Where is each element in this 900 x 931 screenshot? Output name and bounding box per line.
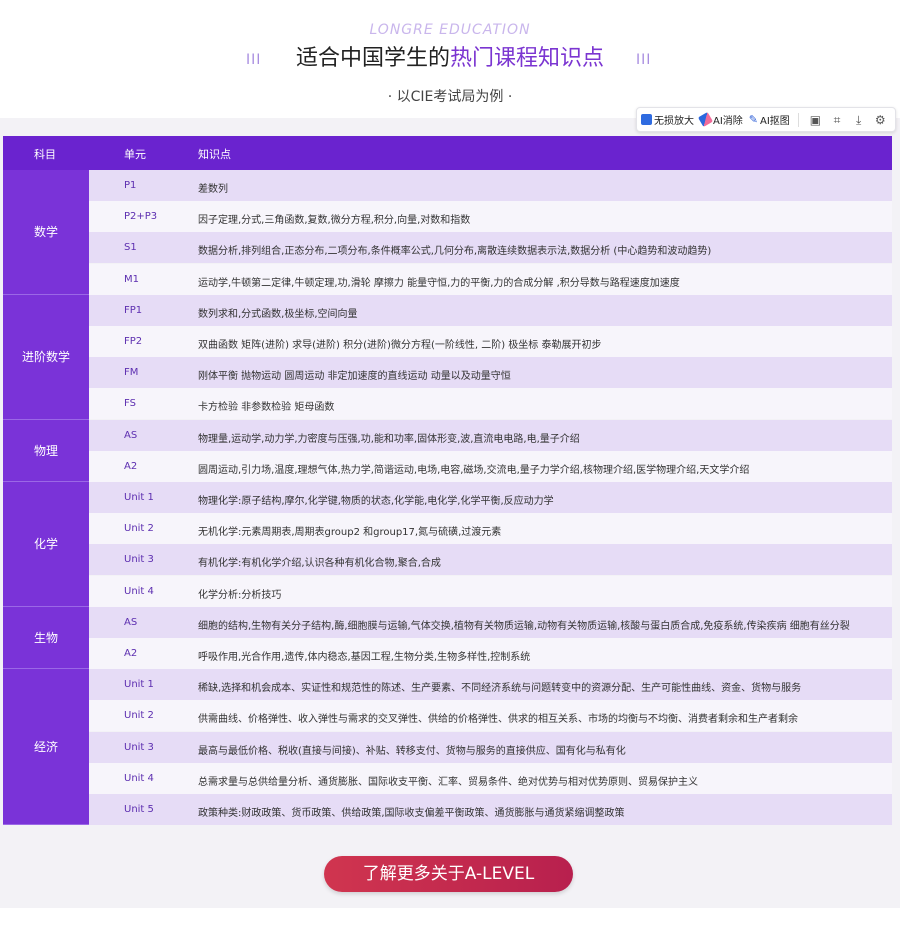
knowledge-point-cell: 呼吸作用,光合作用,遗传,体内稳态,基因工程,生物分类,生物多样性,控制系统	[198, 652, 531, 663]
knowledge-point-cell: 刚体平衡 抛物运动 圆周运动 非定加速度的直线运动 动量以及动量守恒	[198, 371, 511, 383]
table-row: S1 数据分析,排列组合,正态分布,二项分布,条件概率公式,几何分布,离散连续数据…	[89, 232, 892, 264]
edit-image-icon[interactable]: ▣	[810, 113, 822, 127]
unit-cell: Unit 4	[124, 772, 154, 784]
knowledge-point-cell: 物理化学:原子结构,摩尔,化学键,物质的状态,化学能,电化学,化学平衡,反应动力…	[198, 496, 554, 507]
knowledge-point-cell: 卡方检验 非参数检验 矩母函数	[198, 402, 335, 414]
table-header: 科目 单元 知识点	[3, 136, 892, 170]
subject-cell: 经济	[3, 669, 89, 826]
wand-icon: ✎	[748, 113, 759, 126]
table-row: M1 运动学,牛顿第二定律,牛顿定理,功,滑轮 摩擦力 能量守恒,力的平衡,力的合…	[89, 263, 892, 295]
decor-bars-right: III	[636, 52, 652, 68]
crop-icon[interactable]: ⌗	[831, 113, 843, 127]
knowledge-point-cell: 双曲函数 矩阵(进阶) 求导(进阶) 积分(进阶)微分方程(一阶线性, 二阶) …	[198, 340, 602, 351]
subject-cell: 物理	[3, 419, 89, 482]
table-row: A2 圆周运动,引力场,温度,理想气体,热力学,简谐运动,电场,电容,磁场,交流电…	[89, 450, 892, 482]
brand-subtitle: LONGRE EDUCATION	[369, 22, 531, 38]
table-row: Unit 4 总需求量与总供给量分析、通货膨胀、国际收支平衡、汇率、贸易条件、绝对…	[89, 762, 892, 794]
title-row: III 适合中国学生的热门课程知识点 III	[0, 44, 900, 76]
unit-cell: FP1	[124, 304, 143, 316]
unit-cell: Unit 3	[124, 741, 154, 753]
table-row: FP1 数列求和,分式函数,极坐标,空间向量	[89, 294, 892, 326]
knowledge-point-cell: 运动学,牛顿第二定律,牛顿定理,功,滑轮 摩擦力 能量守恒,力的平衡,力的合成分…	[198, 277, 680, 289]
toolbar-divider	[797, 112, 799, 127]
knowledge-point-cell: 稀缺,选择和机会成本、实证性和规范性的陈述、生产要素、不同经济系统与问题转变中的…	[198, 683, 802, 695]
table-row: Unit 5 政策种类:财政政策、货币政策、供给政策,国际收支偏差平衡政策、通货膨…	[89, 794, 892, 825]
unit-cell: FP2	[124, 336, 143, 347]
learn-more-button[interactable]: 了解更多关于A-LEVEL	[324, 856, 573, 892]
knowledge-point-cell: 因子定理,分式,三角函数,复数,微分方程,积分,向量,对数和指数	[198, 215, 471, 227]
knowledge-point-cell: 数据分析,排列组合,正态分布,二项分布,条件概率公式,几何分布,离散连续数据表示…	[198, 246, 712, 258]
table-row: A2 呼吸作用,光合作用,遗传,体内稳态,基因工程,生物分类,生物多样性,控制系统	[89, 638, 892, 669]
unit-cell: A2	[124, 460, 138, 472]
knowledge-point-cell: 无机化学:元素周期表,周期表group2 和group17,氮与硫磺,过渡元素	[198, 527, 502, 539]
unit-cell: M1	[124, 273, 139, 285]
knowledge-point-cell: 差数列	[198, 184, 228, 195]
knowledge-point-cell: 最高与最低价格、税收(直接与间接)、补贴、转移支付、货物与服务的直接供应、国有化…	[198, 745, 626, 757]
table-row: FS 卡方检验 非参数检验 矩母函数	[89, 388, 892, 420]
knowledge-point-cell: 供需曲线、价格弹性、收入弹性与需求的交叉弹性、供给的价格弹性、供求的相互关系、市…	[198, 714, 798, 726]
ai-eraser-label: AI消除	[713, 116, 743, 127]
table-row: FP2 双曲函数 矩阵(进阶) 求导(进阶) 积分(进阶)微分方程(一阶线性, 二…	[89, 326, 892, 357]
table-row: AS 物理量,运动学,动力学,力密度与压强,功,能和功率,固体形变,波,直流电电路…	[89, 419, 892, 451]
table-row: Unit 3 最高与最低价格、税收(直接与间接)、补贴、转移支付、货物与服务的直接…	[89, 731, 892, 763]
zoom-icon	[641, 114, 652, 125]
subject-cell: 化学	[3, 482, 89, 607]
unit-cell: FM	[124, 367, 139, 379]
subject-cell: 进阶数学	[3, 294, 89, 420]
unit-cell: Unit 2	[124, 523, 154, 535]
title-highlight: 热门课程知识点	[450, 46, 605, 71]
lossless-zoom-label: 无损放大	[654, 116, 694, 127]
subject-cell: 数学	[3, 170, 89, 295]
unit-cell: Unit 3	[124, 554, 154, 566]
unit-cell: Unit 1	[124, 492, 154, 503]
eraser-icon	[697, 111, 714, 128]
unit-cell: Unit 1	[124, 679, 154, 691]
unit-cell: AS	[124, 429, 138, 441]
download-icon[interactable]: ⤓	[853, 113, 865, 127]
unit-cell: P2+P3	[124, 211, 158, 223]
table-row: P1 差数列	[89, 170, 892, 201]
decor-bars-left: III	[246, 52, 262, 68]
table-row: FM 刚体平衡 抛物运动 圆周运动 非定加速度的直线运动 动量以及动量守恒	[89, 357, 892, 389]
unit-cell: Unit 2	[124, 710, 154, 722]
table-row: Unit 3 有机化学:有机化学介绍,认识各种有机化合物,聚合,合成	[89, 544, 892, 576]
unit-cell: AS	[124, 616, 138, 628]
ai-cutout-button[interactable]: ✎ AI抠图	[749, 112, 790, 127]
unit-cell: Unit 4	[124, 585, 154, 597]
header-subject: 科目	[34, 148, 56, 161]
knowledge-point-cell: 圆周运动,引力场,温度,理想气体,热力学,简谐运动,电场,电容,磁场,交流电,量…	[198, 464, 750, 476]
knowledge-point-cell: 总需求量与总供给量分析、通货膨胀、国际收支平衡、汇率、贸易条件、绝对优势与相对优…	[198, 776, 698, 788]
ai-eraser-button[interactable]: AI消除	[697, 111, 743, 128]
title-prefix: 适合中国学生的	[295, 46, 450, 71]
table-row: Unit 2 供需曲线、价格弹性、收入弹性与需求的交叉弹性、供给的价格弹性、供求的…	[89, 700, 892, 732]
page-title: 适合中国学生的热门课程知识点	[296, 44, 604, 74]
ai-cutout-label: AI抠图	[760, 116, 790, 127]
header-point: 知识点	[198, 148, 231, 161]
unit-cell: FS	[124, 398, 136, 410]
unit-cell: A2	[124, 648, 138, 659]
page-header: LONGRE EDUCATION III 适合中国学生的热门课程知识点 III …	[0, 0, 900, 118]
settings-icon[interactable]: ⚙	[874, 113, 886, 127]
lossless-zoom-button[interactable]: 无损放大	[641, 112, 694, 127]
unit-cell: P1	[124, 180, 137, 191]
table-row: Unit 4 化学分析:分析技巧	[89, 575, 892, 607]
knowledge-point-cell: 政策种类:财政政策、货币政策、供给政策,国际收支偏差平衡政策、通货膨胀与通货紧缩…	[198, 808, 625, 819]
table-row: Unit 2 无机化学:元素周期表,周期表group2 和group17,氮与硫…	[89, 513, 892, 545]
image-toolbar: 无损放大 AI消除 ✎ AI抠图 ▣ ⌗ ⤓ ⚙	[636, 107, 896, 132]
table-row: Unit 1 物理化学:原子结构,摩尔,化学键,物质的状态,化学能,电化学,化学…	[89, 482, 892, 513]
knowledge-point-cell: 化学分析:分析技巧	[198, 589, 282, 601]
subject-cell: 生物	[3, 606, 89, 670]
unit-cell: Unit 5	[124, 804, 154, 815]
knowledge-point-cell: 数列求和,分式函数,极坐标,空间向量	[198, 308, 358, 320]
header-unit: 单元	[124, 148, 146, 161]
exam-board-caption: · 以CIE考试局为例 ·	[387, 89, 513, 105]
knowledge-point-cell: 物理量,运动学,动力学,力密度与压强,功,能和功率,固体形变,波,直流电电路,电…	[198, 433, 580, 445]
unit-cell: S1	[124, 242, 137, 254]
knowledge-point-cell: 有机化学:有机化学介绍,认识各种有机化合物,聚合,合成	[198, 558, 441, 570]
table-row: Unit 1 稀缺,选择和机会成本、实证性和规范性的陈述、生产要素、不同经济系统与…	[89, 669, 892, 701]
table-row: P2+P3 因子定理,分式,三角函数,复数,微分方程,积分,向量,对数和指数	[89, 201, 892, 233]
table-row: AS 细胞的结构,生物有关分子结构,酶,细胞膜与运输,气体交换,植物有关物质运输,…	[89, 606, 892, 638]
knowledge-point-cell: 细胞的结构,生物有关分子结构,酶,细胞膜与运输,气体交换,植物有关物质运输,动物…	[198, 620, 850, 632]
